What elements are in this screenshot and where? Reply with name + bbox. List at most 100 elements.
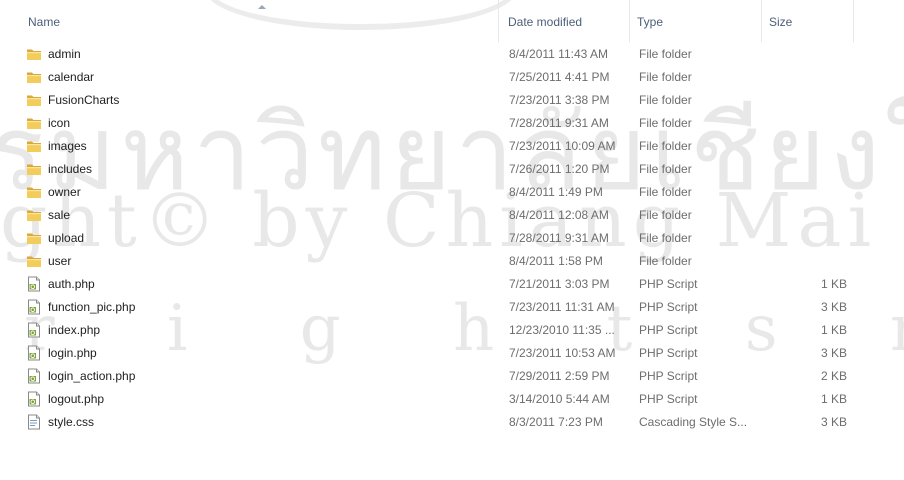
file-row[interactable]: function_pic.php 7/23/2011 11:31 AM PHP Sc… xyxy=(0,296,904,319)
file-date-modified: 8/4/2011 1:49 PM xyxy=(509,185,603,199)
file-date-modified: 7/28/2011 9:31 AM xyxy=(509,116,609,130)
file-type: PHP Script xyxy=(639,369,698,383)
file-name: images xyxy=(48,139,87,153)
file-date-modified: 7/28/2011 9:31 AM xyxy=(509,231,609,245)
file-row[interactable]: user 8/4/2011 1:58 PM File folder xyxy=(0,250,904,273)
php-file-icon xyxy=(26,391,42,407)
file-type: PHP Script xyxy=(639,323,698,337)
file-size: 3 KB xyxy=(820,415,847,429)
file-type: File folder xyxy=(639,47,692,61)
file-date-modified: 7/21/2011 3:03 PM xyxy=(509,277,610,291)
file-name: owner xyxy=(48,185,81,199)
column-header-type[interactable]: Type xyxy=(630,0,762,42)
php-file-icon xyxy=(26,299,42,315)
file-type: File folder xyxy=(639,208,692,222)
file-row[interactable]: icon 7/28/2011 9:31 AM File folder xyxy=(0,112,904,135)
file-type: File folder xyxy=(639,231,692,245)
file-name: auth.php xyxy=(48,277,95,291)
php-file-icon xyxy=(26,322,42,338)
file-name: logout.php xyxy=(48,392,105,406)
file-row[interactable]: sale 8/4/2011 12:08 AM File folder xyxy=(0,204,904,227)
folder-icon xyxy=(26,207,42,223)
column-header-date-label: Date modified xyxy=(508,15,583,29)
file-type: PHP Script xyxy=(639,346,698,360)
file-row[interactable]: index.php 12/23/2010 11:35 ... PHP Script 1… xyxy=(0,319,904,342)
file-date-modified: 8/4/2011 1:58 PM xyxy=(509,254,603,268)
folder-icon xyxy=(26,184,42,200)
file-type: File folder xyxy=(639,162,692,176)
file-name: index.php xyxy=(48,323,101,337)
file-name: login_action.php xyxy=(48,369,136,383)
file-date-modified: 12/23/2010 11:35 ... xyxy=(509,323,615,337)
column-header-size[interactable]: Size xyxy=(762,0,854,42)
file-name: upload xyxy=(48,231,85,245)
folder-icon xyxy=(26,92,42,108)
file-name: function_pic.php xyxy=(48,300,136,314)
folder-icon xyxy=(26,253,42,269)
file-type: File folder xyxy=(639,93,692,107)
file-explorer: รมหาวิทยาลัยเชียงใ ght© by Chiang Mai Un… xyxy=(0,0,904,480)
file-size: 3 KB xyxy=(820,300,847,314)
file-date-modified: 7/23/2011 10:09 AM xyxy=(509,139,616,153)
file-name: icon xyxy=(48,116,71,130)
file-row[interactable]: calendar 7/25/2011 4:41 PM File folder xyxy=(0,66,904,89)
file-date-modified: 7/23/2011 11:31 AM xyxy=(509,300,615,314)
file-date-modified: 8/4/2011 12:08 AM xyxy=(509,208,609,222)
column-header-date-modified[interactable]: Date modified xyxy=(501,0,630,42)
file-row[interactable]: owner 8/4/2011 1:49 PM File folder xyxy=(0,181,904,204)
file-row[interactable]: style.css 8/3/2011 7:23 PM Cascading Style… xyxy=(0,411,904,434)
file-size: 3 KB xyxy=(820,346,847,360)
file-size: 1 KB xyxy=(820,277,847,291)
file-size: 1 KB xyxy=(820,323,847,337)
file-row[interactable]: admin 8/4/2011 11:43 AM File folder xyxy=(0,43,904,66)
folder-icon xyxy=(26,138,42,154)
file-type: File folder xyxy=(639,116,692,130)
file-date-modified: 7/25/2011 4:41 PM xyxy=(509,70,610,84)
php-file-icon xyxy=(26,276,42,292)
file-name: login.php xyxy=(48,346,97,360)
file-row[interactable]: auth.php 7/21/2011 3:03 PM PHP Script 1 KB xyxy=(0,273,904,296)
file-date-modified: 7/23/2011 10:53 AM xyxy=(509,346,616,360)
column-header-size-label: Size xyxy=(769,15,793,29)
file-date-modified: 7/26/2011 1:20 PM xyxy=(509,162,610,176)
file-type: PHP Script xyxy=(639,300,698,314)
file-row[interactable]: includes 7/26/2011 1:20 PM File folder xyxy=(0,158,904,181)
column-header-name-label: Name xyxy=(28,15,61,29)
file-row[interactable]: login_action.php 7/29/2011 2:59 PM PHP Scr… xyxy=(0,365,904,388)
file-type: File folder xyxy=(639,139,692,153)
css-file-icon xyxy=(26,414,42,430)
file-date-modified: 8/3/2011 7:23 PM xyxy=(509,415,603,429)
column-header-type-label: Type xyxy=(637,15,664,29)
folder-icon xyxy=(26,230,42,246)
file-row[interactable]: login.php 7/23/2011 10:53 AM PHP Script 3 K… xyxy=(0,342,904,365)
file-size: 1 KB xyxy=(820,392,847,406)
file-name: sale xyxy=(48,208,71,222)
file-date-modified: 7/23/2011 3:38 PM xyxy=(509,93,610,107)
file-type: PHP Script xyxy=(639,392,698,406)
file-list: admin 8/4/2011 11:43 AM File folder calenda… xyxy=(0,43,904,434)
file-name: admin xyxy=(48,47,81,61)
php-file-icon xyxy=(26,368,42,384)
folder-icon xyxy=(26,46,42,62)
file-name: user xyxy=(48,254,72,268)
file-name: FusionCharts xyxy=(48,93,120,107)
folder-icon xyxy=(26,115,42,131)
folder-icon xyxy=(26,69,42,85)
file-row[interactable]: images 7/23/2011 10:09 AM File folder xyxy=(0,135,904,158)
file-type: File folder xyxy=(639,185,692,199)
file-row[interactable]: FusionCharts 7/23/2011 3:38 PM File folder xyxy=(0,89,904,112)
sort-ascending-icon xyxy=(258,5,266,9)
file-name: calendar xyxy=(48,70,95,84)
php-file-icon xyxy=(26,345,42,361)
file-date-modified: 7/29/2011 2:59 PM xyxy=(509,369,610,383)
file-name: style.css xyxy=(48,415,95,429)
file-type: PHP Script xyxy=(639,277,698,291)
file-type: Cascading Style S... xyxy=(639,415,748,429)
file-date-modified: 8/4/2011 11:43 AM xyxy=(509,47,608,61)
column-header-bar: Name Date modified Type Size xyxy=(0,0,904,42)
file-name: includes xyxy=(48,162,93,176)
file-row[interactable]: upload 7/28/2011 9:31 AM File folder xyxy=(0,227,904,250)
file-row[interactable]: logout.php 3/14/2010 5:44 AM PHP Script 1 K… xyxy=(0,388,904,411)
file-type: File folder xyxy=(639,254,692,268)
file-size: 2 KB xyxy=(820,369,847,383)
